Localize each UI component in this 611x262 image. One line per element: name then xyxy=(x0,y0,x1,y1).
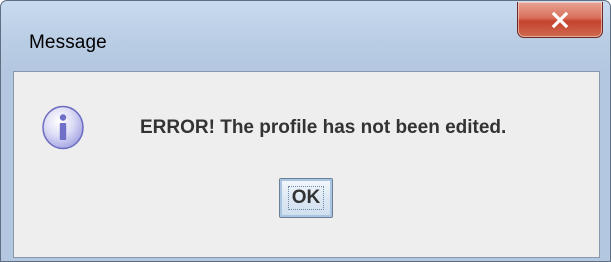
title-bar[interactable]: Message xyxy=(1,1,610,71)
message-text: ERROR! The profile has not been edited. xyxy=(140,117,507,138)
ok-button[interactable]: OK xyxy=(279,178,333,218)
ok-button-label: OK xyxy=(287,186,325,210)
dialog-content: ERROR! The profile has not been edited. … xyxy=(13,71,600,258)
information-icon xyxy=(41,105,86,150)
window-title: Message xyxy=(29,32,107,53)
close-x-icon xyxy=(550,11,570,28)
close-button[interactable] xyxy=(517,2,603,38)
message-dialog-window: Message ERROR! The profile has not been … xyxy=(0,0,611,262)
